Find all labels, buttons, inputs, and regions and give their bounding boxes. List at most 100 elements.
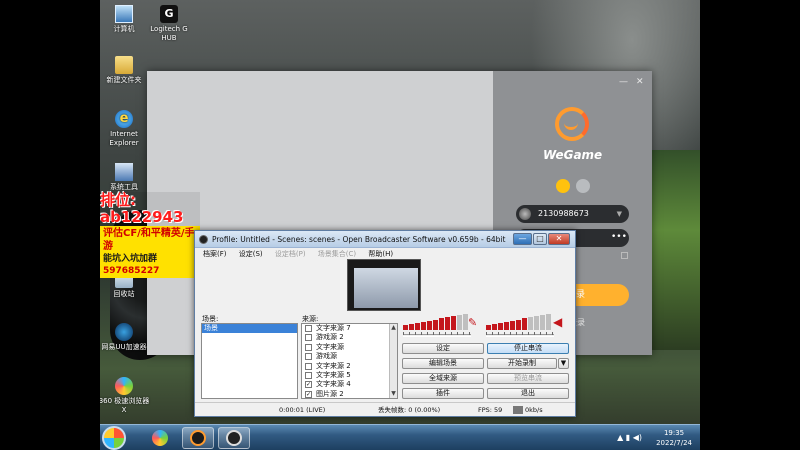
- obs-title-text: Profile: Untitled - Scenes: scenes - Ope…: [212, 235, 506, 244]
- close-button[interactable]: ✕: [548, 233, 570, 245]
- tray-icons[interactable]: ▲ ▮ ◀): [617, 433, 642, 442]
- close-button[interactable]: ✕: [636, 77, 644, 87]
- mic-volume-slider[interactable]: [486, 332, 554, 337]
- meter-bar: [540, 315, 545, 330]
- edit-scene-button[interactable]: 编辑场景: [402, 358, 484, 369]
- menu-scene-collection[interactable]: 场景集合(C): [318, 250, 356, 258]
- record-dropdown-button[interactable]: ▼: [558, 358, 569, 369]
- desktop-icon-logitech[interactable]: G Logitech G HUB: [142, 5, 196, 43]
- qq-icon[interactable]: [556, 179, 570, 193]
- meter-bar: [409, 323, 414, 330]
- desktop-icon-360[interactable]: 360 极速浏览器X: [100, 377, 151, 415]
- minimize-button[interactable]: —: [619, 77, 628, 87]
- computer-icon: [115, 5, 133, 23]
- meter-bar: [528, 317, 533, 330]
- source-checkbox[interactable]: [305, 353, 312, 361]
- maximize-button[interactable]: □: [533, 233, 547, 245]
- clock-time: 19:35: [663, 429, 685, 437]
- ad-box: 评估CF/和平精英/手游 能坑入坑加群 597685227: [100, 226, 200, 278]
- mic-icon[interactable]: ◀: [553, 315, 562, 329]
- scroll-up-icon[interactable]: ▲: [390, 324, 397, 332]
- chevron-down-icon[interactable]: ▼: [617, 205, 622, 223]
- source-checkbox[interactable]: [305, 343, 312, 351]
- meter-bar: [415, 322, 420, 330]
- source-checkbox[interactable]: [305, 334, 312, 342]
- desktop-icon-ie[interactable]: e Internet Explorer: [100, 110, 151, 148]
- source-item[interactable]: 游戏源: [302, 352, 397, 361]
- taskbar-wegame[interactable]: [182, 427, 214, 449]
- source-item[interactable]: 文字来源 2: [302, 362, 397, 371]
- menu-profile[interactable]: 设定档(P): [275, 250, 306, 258]
- scene-item[interactable]: 场景: [202, 324, 297, 333]
- desktop-volume-slider[interactable]: [403, 332, 471, 337]
- source-checkbox[interactable]: ✓: [305, 390, 312, 398]
- menu-help[interactable]: 帮助(H): [368, 250, 393, 258]
- stream-time: 0:00:01 (LIVE): [279, 406, 326, 414]
- meter-bar: [510, 320, 515, 330]
- clock[interactable]: 19:35 2022/7/24: [656, 428, 692, 448]
- sources-list[interactable]: 文字来源 7 游戏源 2 文字来源 游戏源 文字来源 2 文字来源 5 ✓ 文字来…: [301, 323, 398, 399]
- bitrate-indicator: [513, 406, 523, 414]
- scroll-down-icon[interactable]: ▼: [390, 390, 397, 398]
- menu-file[interactable]: 档案(F): [203, 250, 227, 258]
- desktop-icon-label: Internet Explorer: [109, 130, 139, 147]
- ad-group-text: 能坑入坑加群 597685227: [103, 253, 197, 277]
- menu-settings[interactable]: 设定(S): [239, 250, 263, 258]
- minimize-button[interactable]: —: [513, 233, 532, 245]
- desktop-icon-folder[interactable]: 新建文件夹: [100, 56, 151, 85]
- source-name: 文字来源 7: [316, 324, 351, 332]
- source-item[interactable]: ✓ 图片源 2: [302, 390, 397, 399]
- stop-stream-button[interactable]: 停止串流: [487, 343, 569, 354]
- clock-date: 2022/7/24: [656, 439, 692, 447]
- source-checkbox[interactable]: [305, 325, 312, 332]
- source-checkbox[interactable]: ✓: [305, 381, 312, 389]
- desktop-icon-uu[interactable]: 网易UU加速器: [100, 323, 151, 352]
- account-selector[interactable]: 2130988673 ▼: [516, 205, 629, 223]
- meter-bar: [504, 321, 509, 330]
- source-name: 文字来源 5: [316, 370, 351, 379]
- source-checkbox[interactable]: [305, 362, 312, 370]
- source-item[interactable]: 文字来源 5: [302, 371, 397, 380]
- global-sources-button[interactable]: 全域来源: [402, 373, 484, 384]
- sources-scrollbar[interactable]: ▲ ▼: [389, 324, 397, 398]
- desktop-icon-label: 360 极速浏览器X: [100, 397, 150, 414]
- meter-bar: [516, 319, 521, 330]
- scenes-list[interactable]: 场景: [201, 323, 298, 399]
- taskbar-obs[interactable]: [218, 427, 250, 449]
- network-icon: [115, 323, 133, 341]
- start-record-button[interactable]: 开始录制: [487, 358, 557, 369]
- wegame-brand: WeGame: [543, 148, 603, 162]
- ad-service-text: 评估CF/和平精英/手游: [103, 228, 195, 252]
- desktop-volume-meter: [403, 314, 469, 330]
- folder-icon: [115, 56, 133, 74]
- meter-bar: [457, 315, 462, 330]
- source-name: 文字来源: [316, 342, 344, 351]
- stream-preview: [347, 259, 421, 311]
- meter-bar: [427, 320, 432, 330]
- source-item[interactable]: 文字来源: [302, 343, 397, 352]
- speaker-icon[interactable]: ✎: [468, 316, 477, 329]
- remember-checkbox[interactable]: [621, 252, 628, 259]
- browser-icon: [115, 377, 133, 395]
- obs-logo-icon: [199, 235, 208, 244]
- meter-bar: [439, 318, 444, 330]
- preview-stream-button[interactable]: 预览串流: [487, 373, 569, 384]
- desktop-icon-system[interactable]: 系统工具: [100, 163, 151, 192]
- bitrate-readout: 0kb/s: [525, 406, 543, 414]
- source-item[interactable]: 文字来源 7: [302, 324, 397, 333]
- source-item[interactable]: 游戏源 2: [302, 333, 397, 342]
- obs-window: Profile: Untitled - Scenes: scenes - Ope…: [194, 230, 576, 417]
- meter-bar: [445, 317, 450, 330]
- source-checkbox[interactable]: [305, 371, 312, 379]
- start-button[interactable]: [102, 426, 126, 450]
- settings-button[interactable]: 设定: [402, 343, 484, 354]
- browser-icon: [152, 430, 168, 446]
- fps-readout: FPS: 59: [478, 406, 503, 414]
- wechat-icon[interactable]: [576, 179, 590, 193]
- source-item[interactable]: ✓ 文字来源 4: [302, 380, 397, 389]
- exit-button[interactable]: 退出: [487, 388, 569, 399]
- plugins-button[interactable]: 插件: [402, 388, 484, 399]
- meter-bar: [534, 316, 539, 330]
- obs-title-bar[interactable]: Profile: Untitled - Scenes: scenes - Ope…: [195, 231, 575, 248]
- taskbar-browser[interactable]: [144, 427, 176, 449]
